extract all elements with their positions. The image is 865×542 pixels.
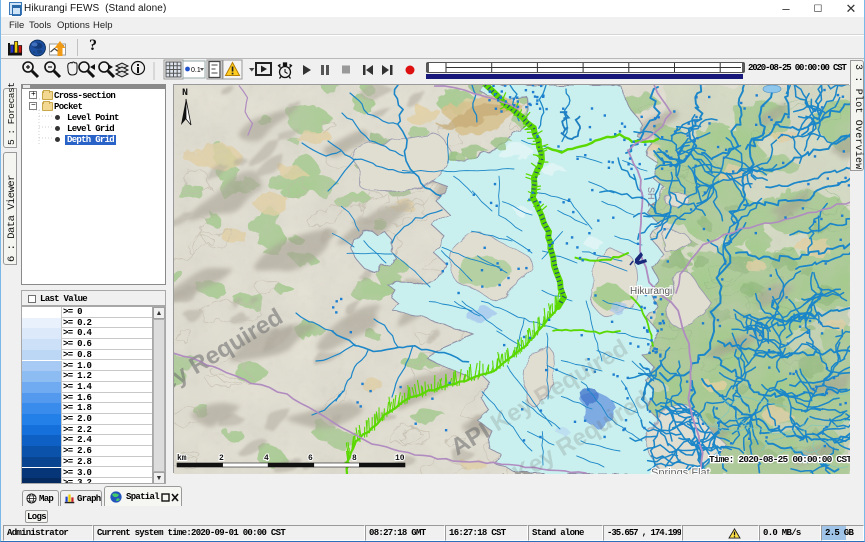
svg-text:Springs Flat: Springs Flat: [651, 467, 710, 474]
svg-text:2: 2: [219, 454, 224, 463]
svg-text:Time: 2020-08-25 00:00:00 CST: Time: 2020-08-25 00:00:00 CST: [709, 454, 850, 465]
svg-text:km: km: [177, 454, 187, 463]
svg-text:10: 10: [395, 454, 405, 463]
svg-text:4: 4: [264, 454, 269, 463]
svg-text:6: 6: [308, 454, 313, 463]
svg-text:0.1: 0.1: [191, 67, 201, 74]
svg-text:8: 8: [352, 454, 357, 463]
svg-text:Hikurangi: Hikurangi: [630, 286, 672, 297]
svg-text:SH 1: SH 1: [646, 187, 656, 207]
svg-text:N: N: [182, 88, 188, 99]
